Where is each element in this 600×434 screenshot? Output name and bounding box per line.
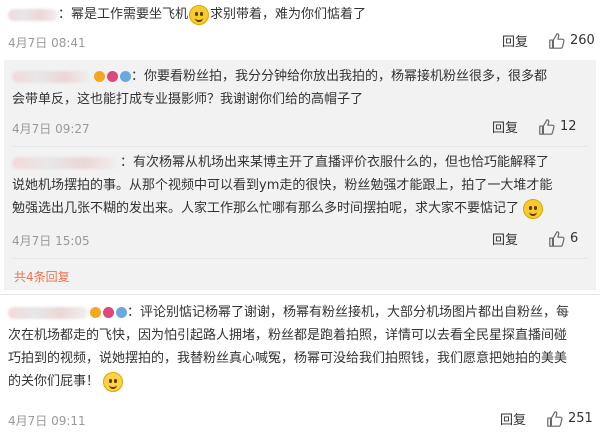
vip-badge-icon bbox=[94, 71, 105, 82]
divider bbox=[12, 146, 588, 147]
comment-2-line-1: ：评论别惦记杨幂了谢谢，杨幂有粉丝接机，大部分机场图片都出自粉丝，每 bbox=[127, 305, 570, 320]
comment-1-text-2: 求别带着，难为你们惦着了 bbox=[210, 7, 367, 22]
sub-comment-1-line-1: ：你要看粉丝拍，我分分钟给你放出我拍的，杨幂接机粉丝很多，很多都 bbox=[131, 69, 548, 84]
thumbs-up-icon bbox=[539, 118, 555, 135]
reply-button[interactable]: 回复 bbox=[502, 31, 528, 50]
reply-button[interactable]: 回复 bbox=[492, 229, 518, 248]
thumbs-up-icon bbox=[549, 32, 565, 49]
username-blurred[interactable] bbox=[12, 156, 120, 169]
like-count: 6 bbox=[570, 231, 579, 246]
comment-2-line-2: 次在机场都走的飞快，因为怕引起路人拥堵，粉丝都是跑着拍照，详情可以去看全民星探直… bbox=[8, 328, 568, 343]
moon-badge-icon bbox=[116, 307, 127, 318]
comment-1-text: ：幂是工作需要坐飞机 bbox=[58, 7, 189, 22]
reply-button[interactable]: 回复 bbox=[500, 409, 526, 428]
awkward-smile-emoji-icon bbox=[103, 371, 124, 392]
sub-comment-2-line-1: ：有次杨幂从机场出来某博主开了直播评价衣服什么的，但也恰巧能解释了 bbox=[120, 155, 550, 170]
like-count: 260 bbox=[570, 33, 595, 48]
moon-badge-icon bbox=[120, 71, 131, 82]
like-button[interactable]: 251 bbox=[546, 410, 593, 428]
like-button[interactable]: 6 bbox=[548, 230, 578, 248]
username-blurred[interactable] bbox=[8, 8, 58, 21]
sub-comment-2-date: 4月7日 15:05 bbox=[12, 234, 90, 248]
vip-badge-icon bbox=[90, 307, 101, 318]
username-blurred[interactable] bbox=[12, 70, 92, 83]
more-replies-link[interactable]: 共4条回复 bbox=[14, 268, 70, 285]
divider bbox=[12, 258, 588, 259]
thumbs-up-icon bbox=[547, 410, 563, 427]
thumbs-up-icon bbox=[549, 230, 565, 247]
divider bbox=[0, 294, 600, 295]
heart-badge-icon bbox=[103, 307, 114, 318]
sub-comment-1-line-2: 会带单反，这也能打成专业摄影师？我谢谢你们给的高帽子了 bbox=[12, 92, 364, 107]
smile-emoji-icon bbox=[523, 198, 544, 219]
heart-badge-icon bbox=[107, 71, 118, 82]
comment-2-line-4: 的关你们屁事！ bbox=[8, 374, 100, 389]
sub-comment-2-line-2: 说她机场摆拍的事。从那个视频中可以看到ym走的很快，粉丝勉强才能跟上，拍了一大堆… bbox=[12, 178, 553, 193]
comment-1-date: 4月7日 08:41 bbox=[8, 36, 86, 50]
smile-emoji-icon bbox=[189, 4, 210, 25]
comment-2-date: 4月7日 09:11 bbox=[8, 414, 86, 428]
username-blurred[interactable] bbox=[8, 306, 88, 319]
sub-comment-1-date: 4月7日 09:27 bbox=[12, 122, 90, 136]
reply-button[interactable]: 回复 bbox=[492, 117, 518, 136]
sub-comment-2-line-3: 勉强选出几张不糊的发出来。人家工作那么忙哪有那么多时间摆拍呢，求大家不要惦记了 bbox=[12, 201, 520, 216]
like-button[interactable]: 260 bbox=[548, 32, 595, 50]
comment-2-line-3: 巧拍到的视频，说她摆拍的，我替粉丝真心喊冤，杨幂可没给我们拍照钱，我们愿意把她拍… bbox=[8, 351, 568, 366]
like-count: 251 bbox=[568, 411, 593, 426]
like-button[interactable]: 12 bbox=[538, 118, 577, 136]
like-count: 12 bbox=[560, 119, 577, 134]
